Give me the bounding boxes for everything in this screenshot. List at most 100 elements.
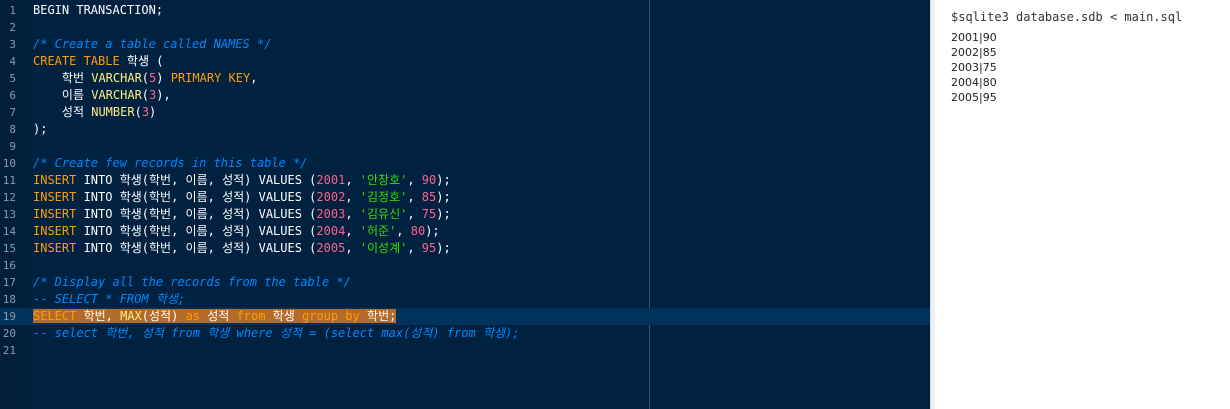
line-text: INSERT INTO 학생(학번, 이름, 성적) VALUES (2002,… [33, 189, 451, 206]
code-line[interactable]: 13 INSERT INTO 학생(학번, 이름, 성적) VALUES (200… [0, 206, 930, 223]
code-line[interactable]: 5 학번 VARCHAR(5) PRIMARY KEY, [0, 70, 930, 87]
line-number: 8 [9, 123, 16, 136]
code-token: 이름 [33, 88, 92, 102]
line-number: 9 [9, 140, 16, 153]
code-token: as [185, 309, 208, 323]
code-line[interactable]: 10 /* Create few records in this table */ [0, 155, 930, 172]
code-token: BEGIN TRANSACTION; [33, 3, 164, 17]
output-pane: $sqlite3 database.sdb < main.sql 2001|90… [935, 0, 1230, 409]
code-token: '허준' [359, 224, 397, 238]
code-lines[interactable]: 1 BEGIN TRANSACTION; 2 3 /* Create a table c… [0, 2, 930, 359]
code-token: '안창호' [359, 173, 408, 187]
line-number: 5 [9, 72, 16, 85]
code-token: ( [134, 105, 142, 119]
code-line[interactable]: 1 BEGIN TRANSACTION; [0, 2, 930, 19]
line-number: 6 [9, 89, 16, 102]
result-row: 2003|75 [951, 61, 997, 74]
line-number: 21 [2, 344, 16, 357]
code-token: ); [436, 207, 451, 221]
line-text: /* Create few records in this table */ [33, 155, 308, 172]
code-token: '김유신' [359, 207, 408, 221]
code-token: 학번, [83, 309, 121, 323]
code-line[interactable]: 6 이름 VARCHAR(3), [0, 87, 930, 104]
code-token: VARCHAR [91, 88, 142, 102]
code-token: 2005 [316, 241, 346, 255]
code-line[interactable]: 2 [0, 19, 930, 36]
code-token: ); [33, 122, 48, 136]
code-line[interactable]: 11 INSERT INTO 학생(학번, 이름, 성적) VALUES (200… [0, 172, 930, 189]
code-line[interactable]: 3 /* Create a table called NAMES */ [0, 36, 930, 53]
line-text: INSERT INTO 학생(학번, 이름, 성적) VALUES (2003,… [33, 206, 451, 223]
code-token: 학번; [367, 309, 397, 323]
code-line[interactable]: 19 SELECT 학번, MAX(성적) as 성적 from 학생 group… [0, 308, 930, 325]
line-text: INSERT INTO 학생(학번, 이름, 성적) VALUES (2001,… [33, 172, 451, 189]
code-line[interactable]: 9 [0, 138, 930, 155]
code-line[interactable]: 20 -- select 학번, 성적 from 학생 where 성적 = (s… [0, 325, 930, 342]
line-number: 15 [2, 242, 16, 255]
code-token: , [345, 173, 360, 187]
code-token: , [345, 241, 360, 255]
line-number: 13 [2, 208, 16, 221]
code-line[interactable]: 12 INSERT INTO 학생(학번, 이름, 성적) VALUES (200… [0, 189, 930, 206]
line-text: 학번 VARCHAR(5) PRIMARY KEY, [33, 70, 258, 87]
code-token: 성적 [33, 105, 92, 119]
code-line[interactable]: 15 INSERT INTO 학생(학번, 이름, 성적) VALUES (200… [0, 240, 930, 257]
code-token: group by [302, 309, 368, 323]
code-token: NUMBER [91, 105, 135, 119]
code-token: 2001 [316, 173, 346, 187]
line-number: 3 [9, 38, 16, 51]
code-token: INTO 학생(학번, 이름, 성적) VALUES ( [83, 241, 317, 255]
line-text: -- SELECT * FROM 학생; [33, 291, 185, 308]
code-token: /* Create few records in this table */ [33, 156, 308, 170]
code-token: INSERT [33, 241, 84, 255]
code-token: INTO 학생(학번, 이름, 성적) VALUES ( [83, 207, 317, 221]
code-token: 90 [421, 173, 437, 187]
code-token: '이성계' [359, 241, 408, 255]
code-token: (성적) [141, 309, 186, 323]
line-number: 7 [9, 106, 16, 119]
code-line[interactable]: 8); [0, 121, 930, 138]
line-number: 11 [2, 174, 16, 187]
line-text: -- select 학번, 성적 from 학생 where 성적 = (sel… [33, 325, 520, 342]
code-token: /* Create a table called NAMES */ [33, 37, 272, 51]
line-number: 12 [2, 191, 16, 204]
code-line[interactable]: 14 INSERT INTO 학생(학번, 이름, 성적) VALUES (200… [0, 223, 930, 240]
code-token: -- SELECT * FROM 학생; [33, 292, 186, 306]
code-token: 학번 [33, 71, 92, 85]
code-token: INTO 학생(학번, 이름, 성적) VALUES ( [83, 173, 317, 187]
code-token: 95 [421, 241, 437, 255]
code-token: ( [141, 88, 150, 102]
code-line[interactable]: 4 CREATE TABLE 학생 ( [0, 53, 930, 70]
code-token: 2002 [316, 190, 346, 204]
code-token: 75 [421, 207, 437, 221]
code-token: INTO 학생(학번, 이름, 성적) VALUES ( [83, 224, 317, 238]
result-row: 2002|85 [951, 46, 997, 59]
line-text: SELECT 학번, MAX(성적) as 성적 from 학생 group b… [33, 308, 397, 325]
code-token: 2004 [316, 224, 346, 238]
code-token: INSERT [33, 173, 84, 187]
code-line[interactable]: 16 [0, 257, 930, 274]
code-token: -- select 학번, 성적 from 학생 where 성적 = (sel… [33, 326, 520, 340]
code-token: 학생 [272, 309, 302, 323]
code-token: , [407, 207, 422, 221]
code-token: VARCHAR [91, 71, 142, 85]
code-line[interactable]: 17 /* Display all the records from the ta… [0, 274, 930, 291]
output-results: 2001|90 2002|85 2003|75 2004|80 2005|95 [951, 30, 997, 105]
code-token: ( [141, 71, 150, 85]
code-line[interactable]: 7 성적 NUMBER(3) [0, 104, 930, 121]
line-number: 16 [2, 259, 16, 272]
code-token: , [407, 190, 422, 204]
code-line[interactable]: 21 [0, 342, 930, 359]
code-token: ) [156, 71, 171, 85]
line-number: 4 [9, 55, 16, 68]
code-editor[interactable]: 1 BEGIN TRANSACTION; 2 3 /* Create a table c… [0, 0, 930, 409]
line-text: CREATE TABLE 학생 ( [33, 53, 163, 70]
code-token: INSERT [33, 207, 84, 221]
line-number: 2 [9, 21, 16, 34]
line-number: 19 [2, 310, 16, 323]
code-line[interactable]: 18 -- SELECT * FROM 학생; [0, 291, 930, 308]
code-token: INSERT [33, 224, 84, 238]
code-token: MAX [120, 309, 142, 323]
line-text: 이름 VARCHAR(3), [33, 87, 171, 104]
line-number: 20 [2, 327, 16, 340]
